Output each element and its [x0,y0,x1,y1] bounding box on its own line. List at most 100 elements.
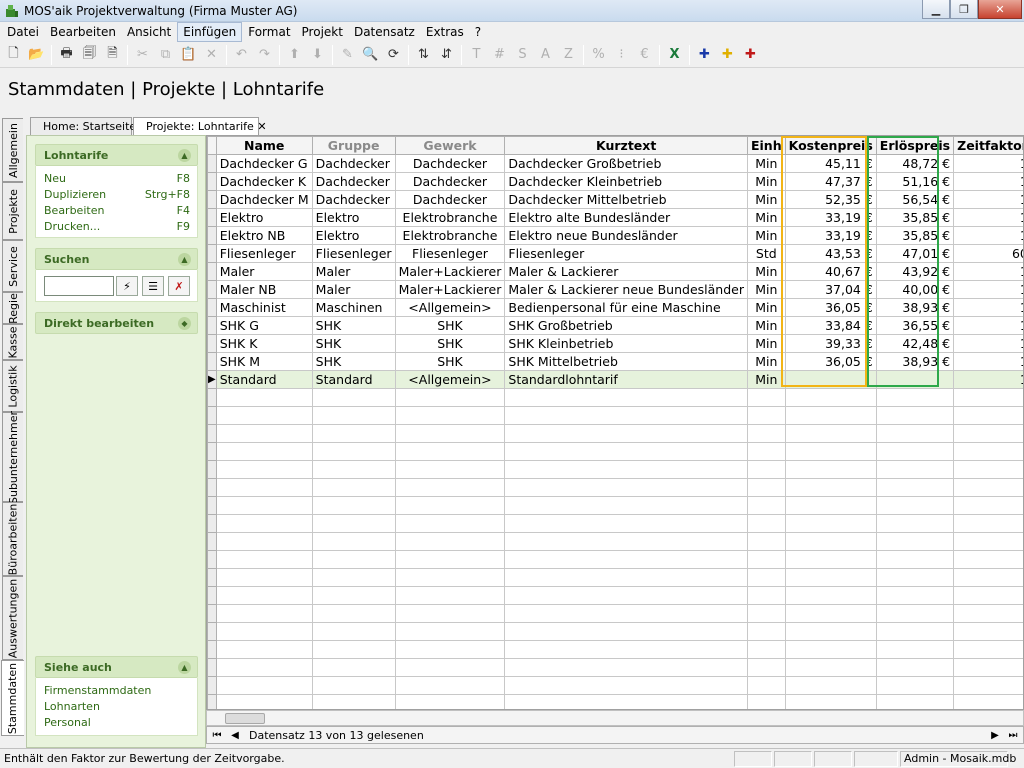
cell-kurztext[interactable] [504,676,748,695]
cell-gewerk[interactable] [394,694,506,709]
data-grid[interactable]: Name Gruppe Gewerk Kurztext Einh Kostenp… [206,135,1024,710]
cell-kurztext[interactable]: SHK Mittelbetrieb [504,352,748,371]
cell-kurztext[interactable] [504,514,748,533]
cell-kostenpreis[interactable] [784,460,877,479]
cell-zeitfaktor[interactable]: 1 [953,190,1023,209]
cell-gewerk[interactable]: Fliesenleger [394,244,506,263]
cell-erloespreis[interactable]: 40,00 € [875,280,955,299]
cell-zeitfaktor[interactable] [953,478,1023,497]
cell-kurztext[interactable] [504,622,748,641]
cell-erloespreis[interactable] [875,622,955,641]
cell-kostenpreis[interactable]: 33,19 € [784,226,877,245]
cell-kostenpreis[interactable] [784,676,877,695]
cell-kurztext[interactable]: Dachdecker Kleinbetrieb [504,172,748,191]
row-selector[interactable] [207,334,217,353]
text-format-icon[interactable]: T [465,44,488,66]
row-selector[interactable] [207,640,217,659]
cell-gruppe[interactable] [311,586,396,605]
row-selector[interactable] [207,172,217,191]
row-selector[interactable] [207,532,217,551]
cell-name[interactable]: Standard [215,370,313,389]
table-row[interactable]: Maschinist Maschinen <Allgemein> Bedienpers… [207,298,1023,317]
cell-gewerk[interactable] [394,388,506,407]
cell-erloespreis[interactable]: 43,92 € [875,262,955,281]
vtab-auswertungen[interactable]: Auswertungen [2,576,23,660]
cell-zeitfaktor[interactable]: 1 [953,334,1023,353]
empty-row[interactable] [207,604,1023,623]
cell-zeitfaktor[interactable] [953,496,1023,515]
cell-zeitfaktor[interactable]: 1 [953,352,1023,371]
collapse-up-icon[interactable]: ▲ [178,253,191,266]
cell-zeitfaktor[interactable]: 1 [953,316,1023,335]
cell-name[interactable] [215,640,313,659]
row-selector[interactable] [207,694,217,709]
cell-name[interactable]: Elektro NB [215,226,313,245]
collapse-up-icon[interactable]: ▲ [178,149,191,162]
cell-gruppe[interactable] [311,514,396,533]
vtab-allgemein[interactable]: Allgemein [2,118,23,182]
z-format-icon[interactable]: Z [557,44,580,66]
link-firmenstammdaten[interactable]: Firmenstammdaten [44,684,190,700]
cell-einh[interactable] [746,496,786,515]
cell-gruppe[interactable] [311,460,396,479]
cell-zeitfaktor[interactable] [953,568,1023,587]
empty-row[interactable] [207,442,1023,461]
cell-kostenpreis[interactable] [784,478,877,497]
cell-gewerk[interactable] [394,460,506,479]
menu-ansicht[interactable]: Ansicht [122,23,176,41]
collapse-up-icon[interactable]: ▲ [178,661,191,674]
link-personal[interactable]: Personal [44,716,190,732]
cell-kostenpreis[interactable] [784,514,877,533]
cell-zeitfaktor[interactable]: 1 [953,262,1023,281]
cell-gewerk[interactable] [394,406,506,425]
empty-row[interactable] [207,388,1023,407]
search-list-icon[interactable]: ☰ [142,276,164,296]
cell-name[interactable]: Dachdecker K [215,172,313,191]
cell-einh[interactable] [746,532,786,551]
cell-zeitfaktor[interactable] [953,442,1023,461]
cell-einh[interactable]: Min [746,208,786,227]
previous-record-icon[interactable]: ◀ [227,727,243,743]
print-preview-icon[interactable]: 🗐 [78,44,101,66]
puzzle-blue-icon[interactable]: ✚ [693,44,716,66]
cell-gewerk[interactable]: <Allgemein> [394,370,506,389]
cell-gruppe[interactable] [311,388,396,407]
empty-row[interactable] [207,658,1023,677]
cell-erloespreis[interactable] [875,424,955,443]
row-selector[interactable] [207,478,217,497]
cell-kurztext[interactable] [504,550,748,569]
cell-kurztext[interactable] [504,442,748,461]
cell-zeitfaktor[interactable]: 1 [953,226,1023,245]
scrollbar-thumb[interactable] [225,713,265,724]
cell-einh[interactable] [746,640,786,659]
cell-name[interactable] [215,424,313,443]
number-format-icon[interactable]: # [488,44,511,66]
cell-einh[interactable] [746,406,786,425]
cell-name[interactable] [215,496,313,515]
cell-erloespreis[interactable]: 35,85 € [875,226,955,245]
cell-gruppe[interactable]: Maler [311,262,396,281]
cell-einh[interactable] [746,388,786,407]
table-row[interactable]: Elektro Elektro Elektrobranche Elektro alte… [207,208,1023,227]
column-header-kostenpreis[interactable]: Kostenpreis [784,136,877,155]
cell-zeitfaktor[interactable] [953,640,1023,659]
table-row[interactable]: Dachdecker M Dachdecker Dachdecker Dachdeck… [207,190,1023,209]
empty-row[interactable] [207,460,1023,479]
section-header-siehe-auch[interactable]: Siehe auch ▲ [35,656,198,678]
cell-einh[interactable]: Min [746,154,786,173]
cell-kurztext[interactable] [504,460,748,479]
cell-kurztext[interactable] [504,568,748,587]
cell-gruppe[interactable] [311,568,396,587]
cell-erloespreis[interactable]: 38,93 € [875,298,955,317]
print-icon[interactable]: 🖶 [55,44,78,66]
puzzle-yellow-icon[interactable]: ✚ [716,44,739,66]
cell-einh[interactable]: Min [746,316,786,335]
table-row[interactable]: Maler NB Maler Maler+Lackierer Maler & Lack… [207,280,1023,299]
table-row[interactable]: SHK G SHK SHK SHK Großbetrieb Min 33,84 €36,5… [207,316,1023,335]
cell-zeitfaktor[interactable]: 1 [953,370,1023,389]
cell-gewerk[interactable] [394,622,506,641]
cell-erloespreis[interactable] [875,442,955,461]
cell-erloespreis[interactable] [875,604,955,623]
cell-name[interactable] [215,442,313,461]
cell-einh[interactable]: Min [746,352,786,371]
